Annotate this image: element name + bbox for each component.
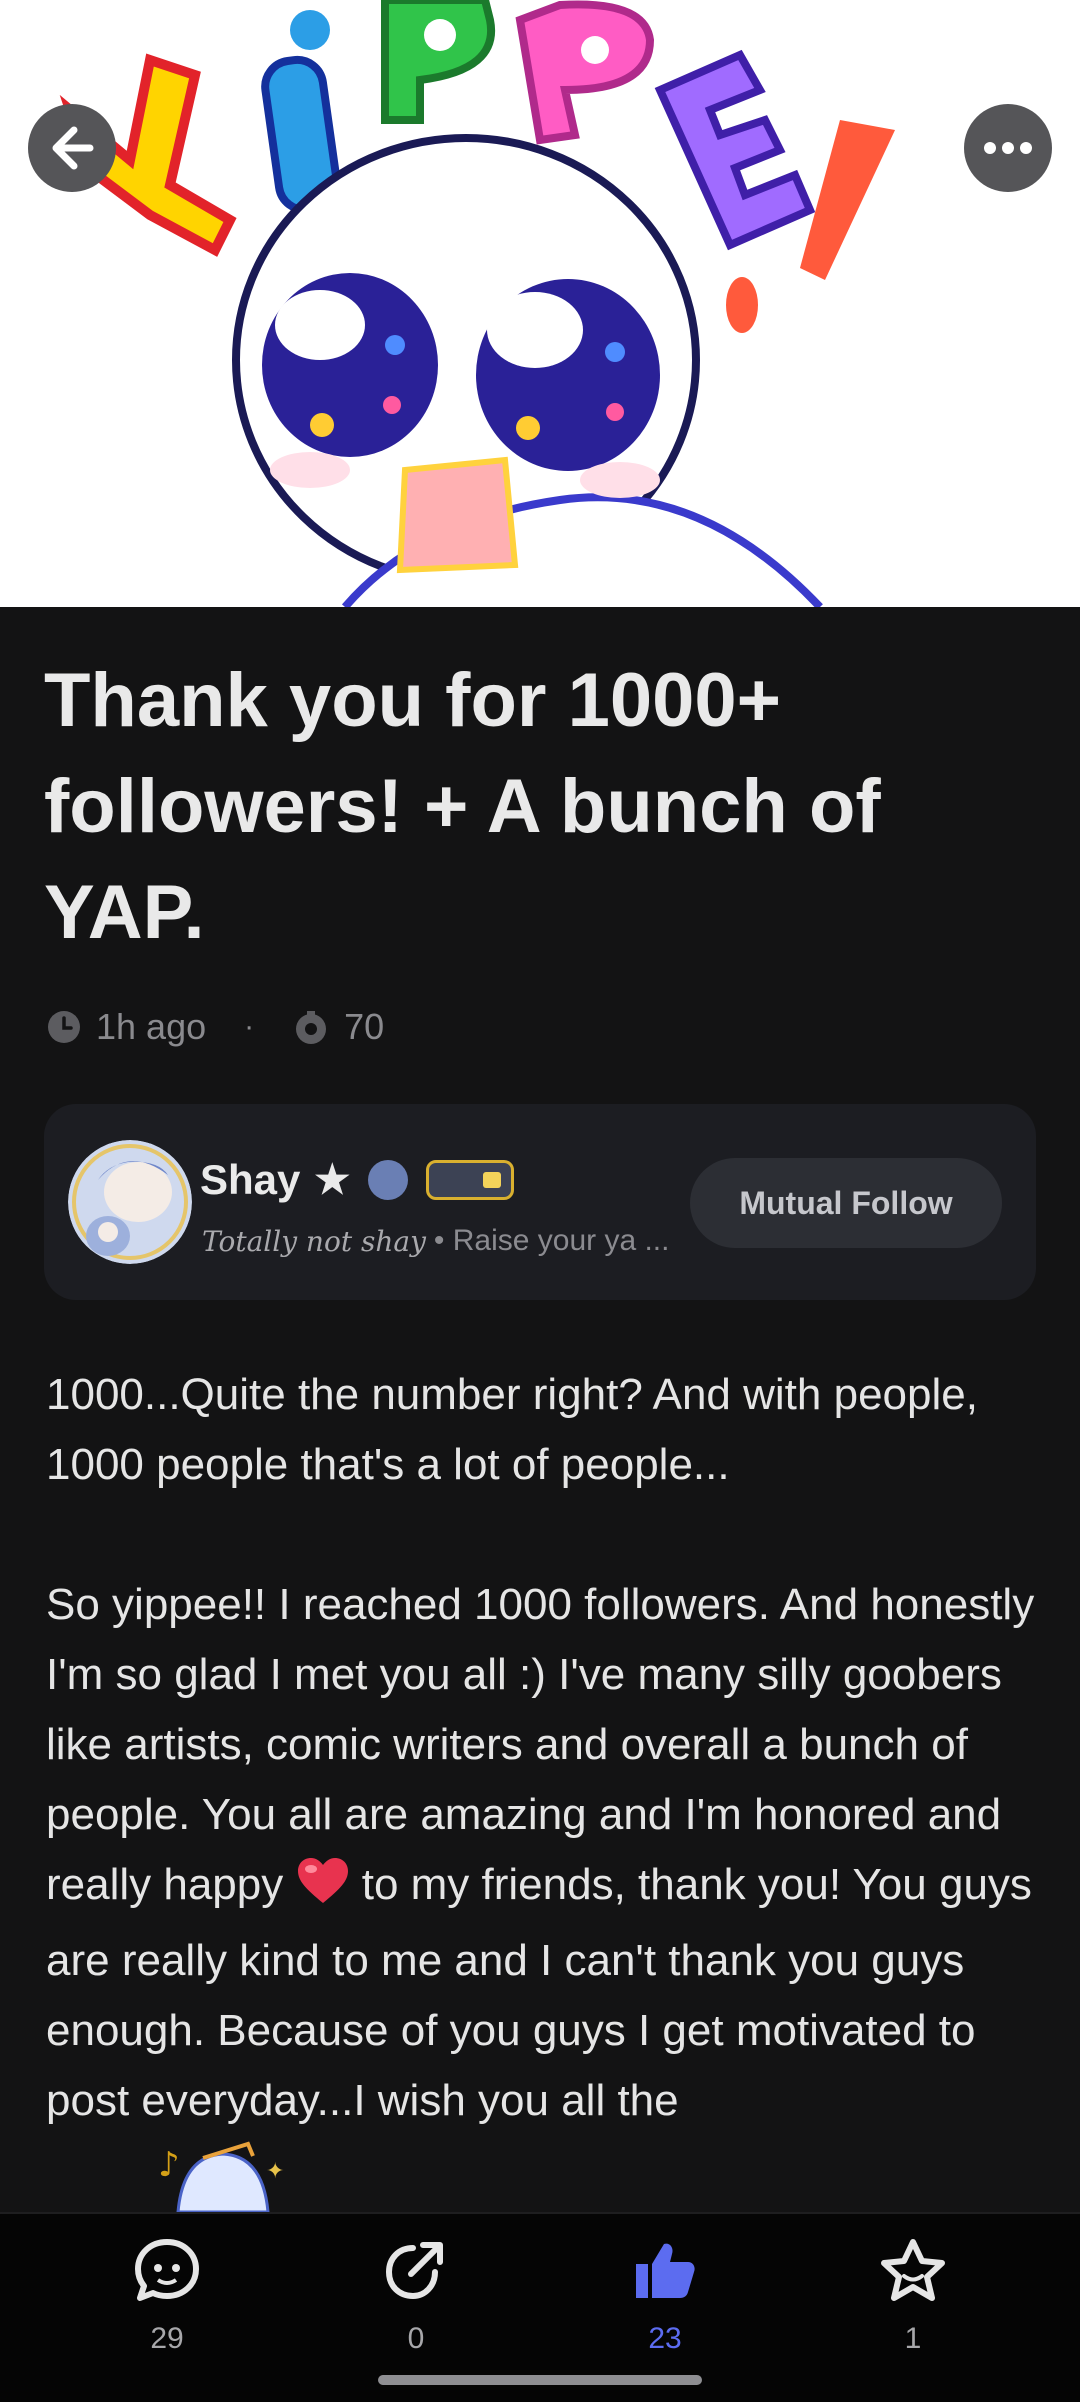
clock-icon [46, 1009, 82, 1045]
meta-separator: · [244, 1010, 255, 1043]
thumbs-up-icon [565, 2226, 765, 2316]
author-name[interactable]: Shay ★ [200, 1156, 515, 1204]
heart-emoji-icon [296, 1856, 350, 1926]
share-button[interactable]: 0 [316, 2226, 516, 2356]
views-icon [292, 1009, 330, 1045]
more-options-button[interactable] [964, 104, 1052, 192]
post-paragraph: 1000...Quite the number right? And with … [46, 1370, 978, 1489]
like-count: 23 [648, 2322, 682, 2355]
sticker-image: ♪ ✦ [158, 2136, 288, 2217]
home-indicator[interactable] [378, 2375, 702, 2385]
author-name-text: Shay [200, 1156, 301, 1203]
post-meta: 1h ago · 70 [46, 1006, 384, 1048]
favorite-count: 1 [904, 2322, 922, 2355]
star-outline-icon [813, 2226, 1013, 2316]
post-time: 1h ago [96, 1006, 207, 1047]
star-icon: ★ [314, 1158, 351, 1202]
mutual-follow-button[interactable]: Mutual Follow [690, 1158, 1002, 1248]
favorite-button[interactable]: 1 [813, 2226, 1013, 2356]
arrow-left-icon [52, 126, 94, 170]
more-dots-icon [984, 142, 1032, 154]
comment-count: 29 [150, 2322, 184, 2355]
author-subtitle: Totally not shay • Raise your ya ... [202, 1224, 669, 1258]
comment-button[interactable]: 29 [67, 2226, 267, 2356]
share-icon [316, 2226, 516, 2316]
post-title: Thank you for 1000+ followers! + A bunch… [44, 658, 881, 955]
author-bio: • Raise your ya ... [433, 1224, 670, 1257]
heart-badge-icon [426, 1160, 515, 1200]
view-count: 70 [344, 1006, 385, 1047]
author-flair: Totally not shay [202, 1224, 426, 1258]
bottom-action-bar: 29 0 23 1 [0, 2212, 1080, 2402]
back-button[interactable] [28, 104, 116, 192]
comment-icon [67, 2226, 267, 2316]
like-button[interactable]: 23 [565, 2226, 765, 2356]
svg-text:✦: ✦ [266, 2159, 284, 2184]
share-count: 0 [407, 2322, 425, 2355]
post-cover-image[interactable] [0, 0, 1080, 607]
character-badge-icon [368, 1160, 409, 1200]
post-body: 1000...Quite the number right? And with … [46, 1360, 1036, 2136]
author-avatar[interactable] [68, 1140, 192, 1264]
svg-text:♪: ♪ [158, 2145, 180, 2185]
author-card[interactable]: Shay ★ Totally not shay • Raise your ya … [44, 1104, 1036, 1300]
post-paragraph: So yippee!! I reached 1000 followers. An… [46, 1570, 1036, 2136]
